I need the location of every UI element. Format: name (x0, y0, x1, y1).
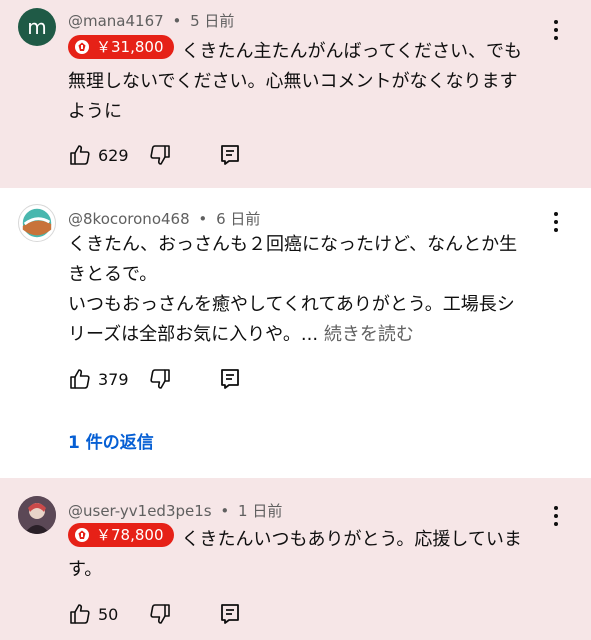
timestamp[interactable]: 1 日前 (238, 502, 282, 520)
comment-line: 無理しないでください。心無いコメントがなくなります (68, 71, 518, 92)
like-count: 629 (98, 145, 129, 165)
thumb-down-icon (150, 604, 170, 624)
dislike-button[interactable] (148, 600, 172, 628)
view-replies-button[interactable]: 1 件の返信 (68, 428, 154, 453)
superchat-amount: ￥31,800 (96, 38, 164, 56)
comment-line: リーズは全部お気に入りや。... (68, 324, 319, 345)
like-button[interactable]: 629 (68, 141, 129, 169)
reply-button[interactable] (218, 365, 242, 393)
author-name[interactable]: @user-yv1ed3pe1s (68, 502, 212, 520)
reply-button[interactable] (218, 141, 242, 169)
avatar[interactable] (18, 204, 56, 242)
superchat-badge: ￥31,800 (68, 35, 174, 59)
superchat-badge: ￥78,800 (68, 523, 174, 547)
like-button[interactable]: 379 (68, 365, 129, 393)
timestamp[interactable]: 6 日前 (216, 210, 260, 228)
thumb-down-icon (150, 369, 170, 389)
avatar[interactable] (18, 496, 56, 534)
avatar-image (18, 496, 56, 534)
superchat-amount: ￥78,800 (96, 526, 164, 544)
like-button[interactable]: 50 (68, 600, 118, 628)
dislike-button[interactable] (148, 365, 172, 393)
comment-text: ￥78,800 くきたんいつもありがとう。応援していま す。 (68, 523, 568, 585)
comment-text: ￥31,800 くきたん主たんがんばってください、でも 無理しないでください。心… (68, 35, 568, 127)
reply-button[interactable] (218, 600, 242, 628)
thumb-up-icon (70, 604, 90, 624)
comment-line: いつもおっさんを癒やしてくれてありがとう。工場長シ (68, 294, 515, 315)
comment-1: m @mana4167 • 5 日前 ￥31,800 くきたん主たんがんばってく… (0, 0, 591, 188)
comment-line: す。 (68, 559, 103, 580)
comment-line: くきたん主たんがんばってください、でも (181, 41, 523, 62)
avatar-image (22, 208, 52, 238)
comment-3: @user-yv1ed3pe1s • 1 日前 ￥78,800 くきたんいつもあ… (0, 478, 591, 640)
reply-icon (221, 145, 239, 165)
separator: • (198, 210, 208, 228)
comment-line: くきたん、おっさんも２回癌になったけど、なんとか生 (68, 234, 518, 255)
author-name[interactable]: @8kocorono468 (68, 210, 190, 228)
thumb-up-icon (70, 145, 90, 165)
superchat-icon (75, 528, 89, 542)
like-count: 379 (98, 369, 129, 389)
comment-header: @mana4167 • 5 日前 (68, 10, 234, 31)
comment-line: くきたんいつもありがとう。応援していま (181, 529, 522, 550)
comment-2: @8kocorono468 • 6 日前 くきたん、おっさんも２回癌になったけど… (0, 188, 591, 478)
reply-icon (221, 604, 239, 624)
read-more-link[interactable]: 続きを読む (324, 324, 414, 345)
separator: • (220, 502, 230, 520)
avatar-letter: m (27, 15, 47, 39)
author-name[interactable]: @mana4167 (68, 12, 164, 30)
separator: • (172, 12, 182, 30)
comment-line: きとるで。 (68, 264, 158, 285)
thumb-up-icon (70, 369, 90, 389)
like-count: 50 (98, 604, 119, 624)
reply-icon (221, 369, 239, 389)
comment-line: ように (68, 101, 122, 122)
dislike-button[interactable] (148, 141, 172, 169)
comment-header: @8kocorono468 • 6 日前 (68, 208, 260, 229)
timestamp[interactable]: 5 日前 (190, 12, 234, 30)
avatar[interactable]: m (18, 8, 56, 46)
comment-text: くきたん、おっさんも２回癌になったけど、なんとか生 きとるで。 いつもおっさんを… (68, 230, 568, 350)
thumb-down-icon (150, 145, 170, 165)
superchat-icon (75, 40, 89, 54)
more-vert-icon[interactable] (551, 212, 561, 232)
comment-header: @user-yv1ed3pe1s • 1 日前 (68, 500, 282, 521)
